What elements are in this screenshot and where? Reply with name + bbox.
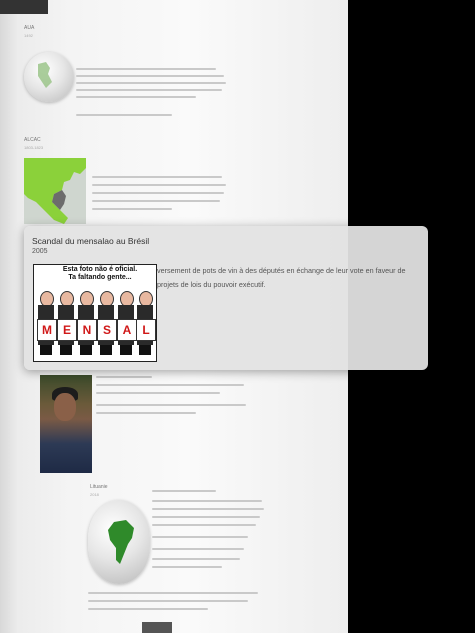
cartoon-sign-letter: A	[117, 319, 137, 341]
text-line	[76, 89, 222, 91]
text-line	[152, 548, 244, 550]
text-line	[76, 75, 224, 77]
cartoon-caption-line-1: Esta foto não é oficial.	[62, 266, 138, 273]
cartoon-caption-line-2: Ta faltando gente...	[68, 274, 132, 281]
cartoon-figure: A	[117, 291, 137, 357]
section-label-2: ALCAC	[24, 137, 41, 143]
portrait-photo[interactable]	[40, 375, 92, 473]
text-line	[92, 184, 226, 186]
text-line	[88, 608, 208, 610]
text-line	[152, 508, 264, 510]
portrait-face	[54, 393, 76, 421]
event-detail-popup[interactable]: Scandal du mensalao au Brésil 2005 Esta …	[24, 226, 428, 370]
map-thumbnail[interactable]	[24, 158, 86, 224]
popup-description: versement de pots de vin à des députés e…	[157, 266, 406, 289]
top-thumbnail[interactable]	[0, 0, 48, 14]
section-label-4: Lituanie	[90, 484, 108, 490]
text-line	[92, 208, 172, 210]
text-line	[76, 96, 196, 98]
south-america-icon	[108, 520, 134, 564]
text-line	[88, 600, 248, 602]
cartoon-figure: L	[136, 291, 156, 357]
page-left-edge	[0, 0, 18, 633]
text-line	[152, 490, 216, 492]
text-line	[96, 376, 152, 378]
cartoon-figure: M	[37, 291, 57, 357]
text-line	[76, 114, 172, 116]
text-line	[76, 68, 216, 70]
text-line	[152, 566, 222, 568]
cartoon-image[interactable]: Esta foto não é oficial. Ta faltando gen…	[33, 264, 157, 362]
text-line	[152, 500, 262, 502]
text-line	[152, 516, 260, 518]
popup-year: 2005	[32, 248, 48, 255]
section-sub-1: 1492	[24, 33, 33, 38]
text-line	[92, 192, 224, 194]
globe-south-america-icon[interactable]	[88, 500, 150, 584]
cartoon-caption: Esta foto não é oficial. Ta faltando gen…	[50, 266, 150, 282]
cartoon-figure: S	[97, 291, 117, 357]
globe-continent-icon	[38, 62, 52, 88]
text-line	[92, 200, 220, 202]
cartoon-figure: E	[57, 291, 77, 357]
cartoon-sign-letter: S	[97, 319, 117, 341]
text-line	[152, 524, 256, 526]
text-line	[152, 536, 248, 538]
cartoon-sign-letter: E	[57, 319, 77, 341]
text-line	[96, 384, 244, 386]
cartoon-sign-letter: M	[37, 319, 57, 341]
text-line	[76, 82, 226, 84]
globe-icon[interactable]	[24, 52, 74, 102]
text-line	[152, 558, 240, 560]
section-sub-2: 1803-1823	[24, 145, 44, 150]
section-label-1: AUA	[24, 25, 35, 31]
text-line	[96, 404, 246, 406]
bottom-thumbnail[interactable]	[142, 622, 172, 633]
section-sub-4: 2018	[90, 492, 99, 497]
popup-title: Scandal du mensalao au Brésil	[32, 236, 150, 246]
text-line	[96, 392, 220, 394]
cartoon-sign-letter: L	[136, 319, 156, 341]
text-line	[88, 592, 258, 594]
north-america-map-icon	[24, 158, 86, 224]
cartoon-figure: N	[77, 291, 97, 357]
text-line	[96, 412, 196, 414]
cartoon-sign-letter: N	[77, 319, 97, 341]
text-line	[92, 176, 222, 178]
